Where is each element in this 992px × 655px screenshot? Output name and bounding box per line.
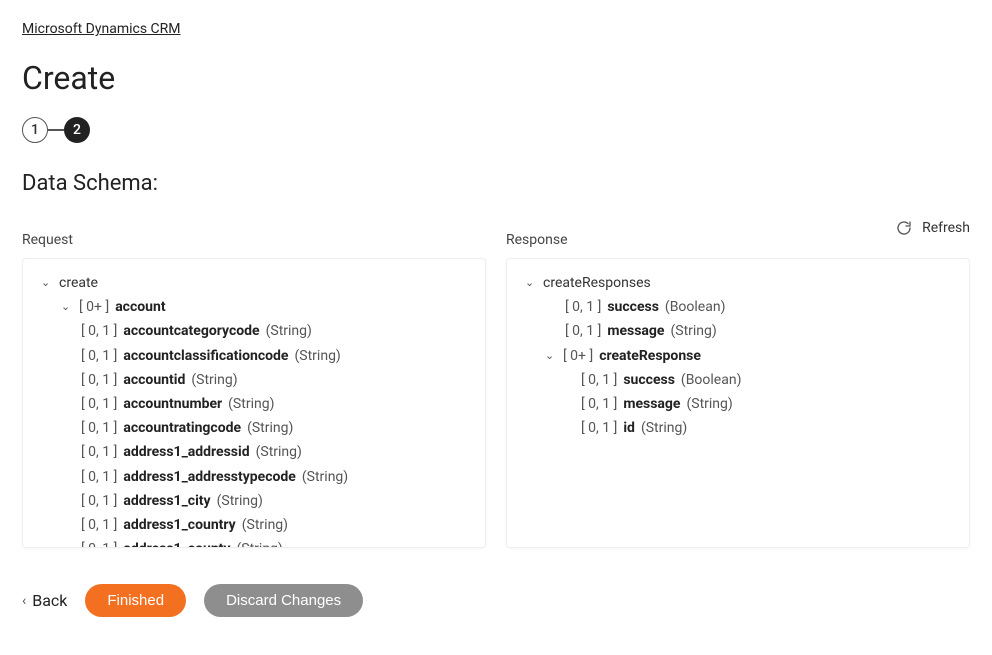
tree-row[interactable]: [ 0, 1 ] accountcategorycode (String): [31, 319, 477, 343]
cardinality-label: [ 0, 1 ]: [81, 395, 117, 413]
field-name: accountcategorycode: [123, 322, 259, 340]
chevron-down-icon[interactable]: ⌄: [545, 349, 557, 363]
type-label: (String): [641, 419, 687, 437]
tree-node-create-response: createResponse: [599, 347, 701, 365]
cardinality-label: [ 0, 1 ]: [81, 371, 117, 389]
cardinality-label: [ 0, 1 ]: [81, 516, 117, 534]
type-label: (String): [266, 322, 312, 340]
field-name: address1_addressid: [123, 443, 249, 461]
cardinality-label: [ 0, 1 ]: [565, 322, 601, 340]
type-label: (String): [191, 371, 237, 389]
tree-row[interactable]: [ 0, 1 ] message (String): [515, 319, 961, 343]
tree-row[interactable]: ⌄ [ 0+ ] account: [31, 295, 477, 319]
field-name: address1_county: [123, 540, 230, 548]
tree-row[interactable]: ⌄ [ 0+ ] createResponse: [515, 344, 961, 368]
request-label: Request: [22, 232, 486, 248]
cardinality-label: [ 0, 1 ]: [81, 468, 117, 486]
discard-changes-button[interactable]: Discard Changes: [204, 584, 363, 617]
cardinality-label: [ 0, 1 ]: [565, 298, 601, 316]
page-title: Create: [22, 59, 970, 97]
step-1[interactable]: 1: [22, 117, 48, 143]
tree-node-account: account: [115, 298, 165, 316]
tree-row[interactable]: ⌄ createResponses: [515, 271, 961, 295]
tree-row[interactable]: [ 0, 1 ] accountnumber (String): [31, 392, 477, 416]
type-label: (String): [670, 322, 716, 340]
type-label: (String): [686, 395, 732, 413]
type-label: (String): [242, 516, 288, 534]
tree-node-create: create: [59, 274, 98, 292]
type-label: (Boolean): [681, 371, 742, 389]
chevron-down-icon[interactable]: ⌄: [525, 276, 537, 290]
tree-row[interactable]: [ 0, 1 ] success (Boolean): [515, 368, 961, 392]
type-label: (String): [247, 419, 293, 437]
stepper: 1 2: [22, 117, 970, 143]
field-name: address1_country: [123, 516, 235, 534]
field-name: accountnumber: [123, 395, 222, 413]
step-2[interactable]: 2: [64, 117, 90, 143]
tree-row[interactable]: [ 0, 1 ] address1_county (String): [31, 537, 477, 548]
type-label: (String): [217, 492, 263, 510]
cardinality-label: [ 0, 1 ]: [81, 492, 117, 510]
field-name: accountratingcode: [123, 419, 241, 437]
cardinality-label: [ 0, 1 ]: [581, 371, 617, 389]
tree-row[interactable]: ⌄ create: [31, 271, 477, 295]
type-label: (String): [295, 347, 341, 365]
tree-row[interactable]: [ 0, 1 ] accountid (String): [31, 368, 477, 392]
cardinality-label: [ 0+ ]: [563, 347, 593, 365]
chevron-down-icon[interactable]: ⌄: [61, 300, 73, 314]
section-title: Data Schema:: [22, 171, 970, 196]
type-label: (String): [302, 468, 348, 486]
cardinality-label: [ 0, 1 ]: [81, 347, 117, 365]
cardinality-label: [ 0, 1 ]: [81, 322, 117, 340]
tree-node-create-responses: createResponses: [543, 274, 651, 292]
field-name: accountid: [123, 371, 185, 389]
field-name: address1_city: [123, 492, 210, 510]
field-name: accountclassificationcode: [123, 347, 288, 365]
cardinality-label: [ 0, 1 ]: [81, 419, 117, 437]
tree-row[interactable]: [ 0, 1 ] address1_city (String): [31, 489, 477, 513]
cardinality-label: [ 0, 1 ]: [81, 540, 117, 548]
cardinality-label: [ 0, 1 ]: [581, 395, 617, 413]
cardinality-label: [ 0, 1 ]: [81, 443, 117, 461]
tree-row[interactable]: [ 0, 1 ] address1_addressid (String): [31, 440, 477, 464]
request-panel: ⌄ create ⌄ [ 0+ ] account [ 0, 1 ] accou…: [22, 258, 486, 548]
finished-button[interactable]: Finished: [85, 584, 186, 617]
tree-row[interactable]: [ 0, 1 ] accountratingcode (String): [31, 416, 477, 440]
type-label: (String): [256, 443, 302, 461]
response-panel: ⌄ createResponses [ 0, 1 ] success (Bool…: [506, 258, 970, 548]
field-name: success: [607, 298, 659, 316]
tree-row[interactable]: [ 0, 1 ] accountclassificationcode (Stri…: [31, 344, 477, 368]
tree-row[interactable]: [ 0, 1 ] message (String): [515, 392, 961, 416]
field-name: message: [607, 322, 664, 340]
tree-row[interactable]: [ 0, 1 ] address1_country (String): [31, 513, 477, 537]
tree-row[interactable]: [ 0, 1 ] id (String): [515, 416, 961, 440]
step-connector: [48, 129, 64, 131]
type-label: (String): [236, 540, 282, 548]
type-label: (Boolean): [665, 298, 726, 316]
field-name: id: [623, 419, 635, 437]
back-button[interactable]: ‹ Back: [22, 591, 67, 610]
type-label: (String): [228, 395, 274, 413]
chevron-down-icon[interactable]: ⌄: [41, 276, 53, 290]
breadcrumb-link[interactable]: Microsoft Dynamics CRM: [22, 21, 181, 37]
back-label: Back: [32, 591, 67, 610]
cardinality-label: [ 0+ ]: [79, 298, 109, 316]
field-name: success: [623, 371, 675, 389]
field-name: address1_addresstypecode: [123, 468, 296, 486]
tree-row[interactable]: [ 0, 1 ] success (Boolean): [515, 295, 961, 319]
cardinality-label: [ 0, 1 ]: [581, 419, 617, 437]
chevron-left-icon: ‹: [22, 593, 26, 609]
response-label: Response: [506, 232, 970, 248]
tree-row[interactable]: [ 0, 1 ] address1_addresstypecode (Strin…: [31, 465, 477, 489]
field-name: message: [623, 395, 680, 413]
